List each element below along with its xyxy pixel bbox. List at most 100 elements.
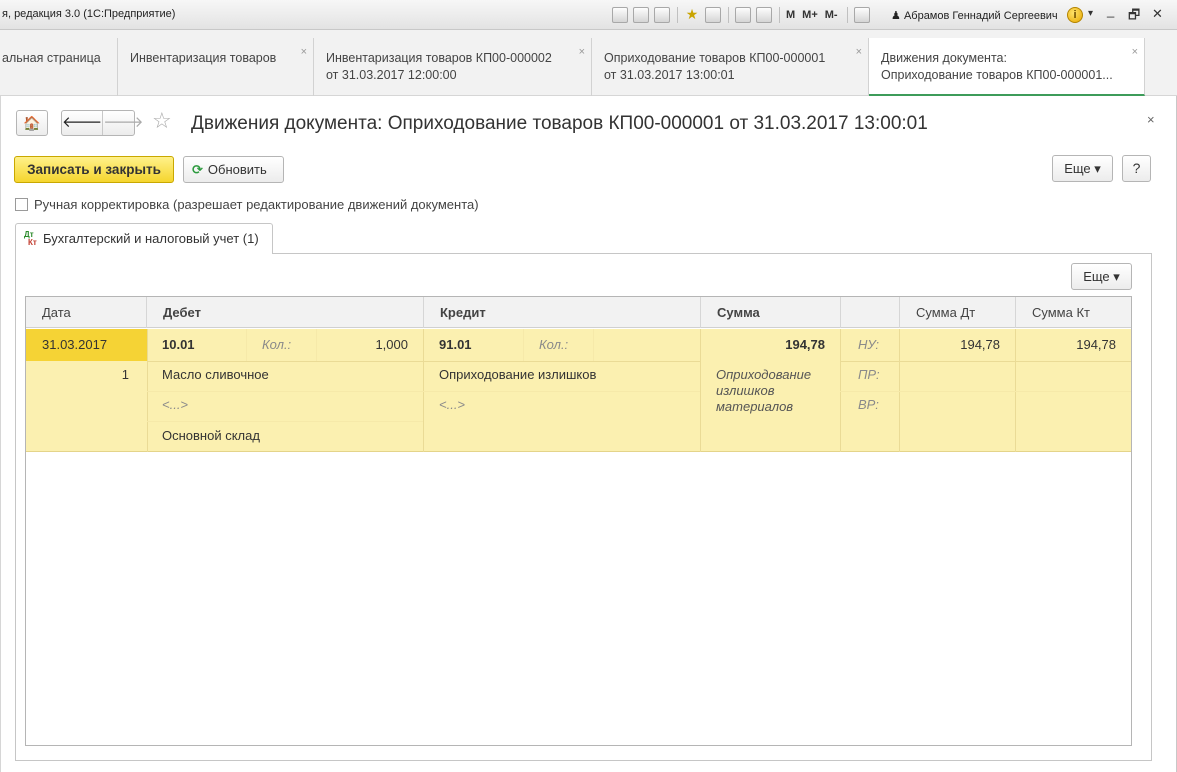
tab-close-icon[interactable]: ×	[1132, 46, 1138, 58]
movements-table[interactable]: Дата Дебет Кредит Сумма Сумма Дт Сумма К…	[25, 296, 1132, 746]
column-header-sum-dt[interactable]: Сумма Дт	[900, 297, 1016, 328]
home-icon: 🏠	[23, 115, 41, 131]
save-icon[interactable]	[612, 7, 628, 23]
more-button[interactable]: Еще ▾	[1052, 155, 1113, 182]
column-header-sum[interactable]: Сумма	[701, 297, 841, 328]
tab-label-line2: от 31.03.2017 12:00:00	[326, 68, 457, 82]
cell-divider	[147, 391, 423, 392]
calendar-icon[interactable]	[735, 7, 751, 23]
maximize-button[interactable]: 🗗	[1128, 6, 1140, 28]
user-icon: ♟	[891, 10, 901, 22]
tab-accounting-tax[interactable]: Дт Кт Бухгалтерский и налоговый учет (1)	[15, 223, 273, 254]
content-line-1: Оприходование	[716, 367, 812, 382]
debit-qty-label: Кол.:	[262, 337, 292, 352]
cell-divider	[423, 391, 700, 392]
debit-subconto-1: Масло сливочное	[162, 367, 269, 382]
credit-account: 91.01	[439, 337, 472, 352]
home-button[interactable]: 🏠	[16, 110, 48, 136]
vr-label: ВР:	[858, 397, 879, 412]
credit-qty-label: Кол.:	[539, 337, 569, 352]
help-button[interactable]: ?	[1122, 155, 1151, 182]
row-sum: 194,78	[785, 337, 825, 352]
tab-label: Оприходование товаров КП00-000001	[604, 51, 826, 65]
navigation-buttons: 🡐 🡒	[61, 110, 143, 136]
debit-subconto-3: Основной склад	[162, 428, 260, 443]
minimize-button[interactable]: _	[1107, 3, 1114, 18]
manual-correction-row[interactable]: Ручная корректировка (разрешает редактир…	[15, 195, 479, 213]
form-close-icon[interactable]: ×	[1147, 112, 1155, 127]
column-header-type[interactable]	[841, 297, 900, 328]
pr-label: ПР:	[858, 367, 880, 382]
memory-minus-button[interactable]: M-	[825, 9, 838, 21]
tab-document-movements[interactable]: Движения документа: Оприходование товаро…	[869, 38, 1145, 96]
tab-close-icon[interactable]: ×	[856, 46, 862, 58]
tab-label: Инвентаризация товаров	[130, 51, 277, 65]
credit-subconto-2: <...>	[439, 397, 466, 412]
cell-divider	[147, 421, 423, 422]
tab-close-icon[interactable]: ×	[301, 46, 307, 58]
nu-label: НУ:	[858, 337, 880, 352]
tab-receipt-doc[interactable]: Оприходование товаров КП00-000001 от 31.…	[592, 38, 869, 96]
refresh-button[interactable]: ⟳ Обновить	[183, 156, 284, 183]
current-user[interactable]: ♟ Абрамов Геннадий Сергеевич	[891, 9, 1058, 22]
calculator-icon[interactable]	[756, 7, 772, 23]
system-toolbar: ★ M M+ M-	[612, 6, 875, 24]
column-header-credit[interactable]: Кредит	[424, 297, 701, 328]
toolbar-separator	[779, 7, 780, 23]
content-line-3: материалов	[716, 399, 794, 414]
history-icon[interactable]	[705, 7, 721, 23]
back-arrow-icon[interactable]: 🡐	[62, 111, 104, 135]
cell-divider	[840, 391, 1131, 392]
toolbar-separator	[728, 7, 729, 23]
save-and-close-button[interactable]: Записать и закрыть	[14, 156, 174, 183]
cell-divider	[593, 329, 594, 361]
row-number: 1	[121, 367, 129, 382]
grid-more-button[interactable]: Еще ▾	[1071, 263, 1132, 290]
favorites-star-icon[interactable]: ★	[684, 7, 700, 23]
tab-close-icon[interactable]: ×	[579, 46, 585, 58]
column-header-sum-kt[interactable]: Сумма Кт	[1016, 297, 1131, 328]
manual-correction-label[interactable]: Ручная корректировка (разрешает редактир…	[34, 197, 479, 212]
tab-home-page[interactable]: альная страница	[0, 38, 118, 96]
debit-credit-icon: Дт Кт	[24, 230, 37, 247]
column-header-debit[interactable]: Дебет	[147, 297, 424, 328]
forward-arrow-icon[interactable]: 🡒	[103, 111, 143, 135]
toolbar-separator	[846, 7, 848, 23]
tab-label: альная страница	[2, 51, 101, 65]
open-windows-bar: альная страница Инвентаризация товаров ×…	[0, 30, 1177, 96]
refresh-label: Обновить	[207, 162, 267, 177]
window-menu-button[interactable]: ▾	[1088, 8, 1093, 19]
window-close-button[interactable]: ✕	[1152, 6, 1163, 22]
memory-plus-button[interactable]: M+	[802, 9, 818, 21]
column-header-date[interactable]: Дата	[26, 297, 147, 328]
page-title: Движения документа: Оприходование товаро…	[191, 113, 928, 134]
table-header: Дата Дебет Кредит Сумма Сумма Дт Сумма К…	[26, 297, 1131, 328]
window-title-bar: я, редакция 3.0 (1С:Предприятие) ★ M M+ …	[0, 0, 1177, 30]
debit-subconto-2: <...>	[162, 397, 189, 412]
refresh-icon: ⟳	[192, 162, 203, 177]
toolbar-separator	[677, 7, 678, 23]
tab-label: Движения документа:	[881, 51, 1007, 65]
cell-divider	[840, 361, 1131, 362]
print-icon[interactable]	[633, 7, 649, 23]
tab-label: Инвентаризация товаров КП00-000002	[326, 51, 552, 65]
info-icon[interactable]: i	[1067, 7, 1083, 23]
memory-m-button[interactable]: M	[786, 9, 795, 21]
tab-accounting-tax-label: Бухгалтерский и налоговый учет (1)	[43, 231, 259, 246]
tab-inventory-doc[interactable]: Инвентаризация товаров КП00-000002 от 31…	[314, 38, 592, 96]
document-movements-form: × 🏠 🡐 🡒 ☆ Движения документа: Оприходова…	[0, 96, 1177, 772]
tab-inventory[interactable]: Инвентаризация товаров ×	[118, 38, 314, 96]
preview-icon[interactable]	[654, 7, 670, 23]
favorite-star-icon[interactable]: ☆	[152, 108, 172, 134]
tab-label-line2: Оприходование товаров КП00-000001...	[881, 68, 1113, 82]
row-date: 31.03.2017	[42, 337, 108, 352]
manual-correction-checkbox[interactable]	[15, 197, 28, 211]
table-row[interactable]: 31.03.2017 10.01 Кол.: 1,000 91.01 Кол.:…	[26, 329, 1131, 452]
window-mode-icon[interactable]	[853, 7, 870, 23]
sum-dt: 194,78	[960, 337, 1000, 352]
sum-kt: 194,78	[1076, 337, 1116, 352]
user-name: Абрамов Геннадий Сергеевич	[903, 10, 1058, 22]
cell-divider	[147, 361, 700, 362]
app-title: я, редакция 3.0 (1С:Предприятие)	[2, 8, 176, 20]
credit-subconto-1: Оприходование излишков	[439, 367, 597, 382]
